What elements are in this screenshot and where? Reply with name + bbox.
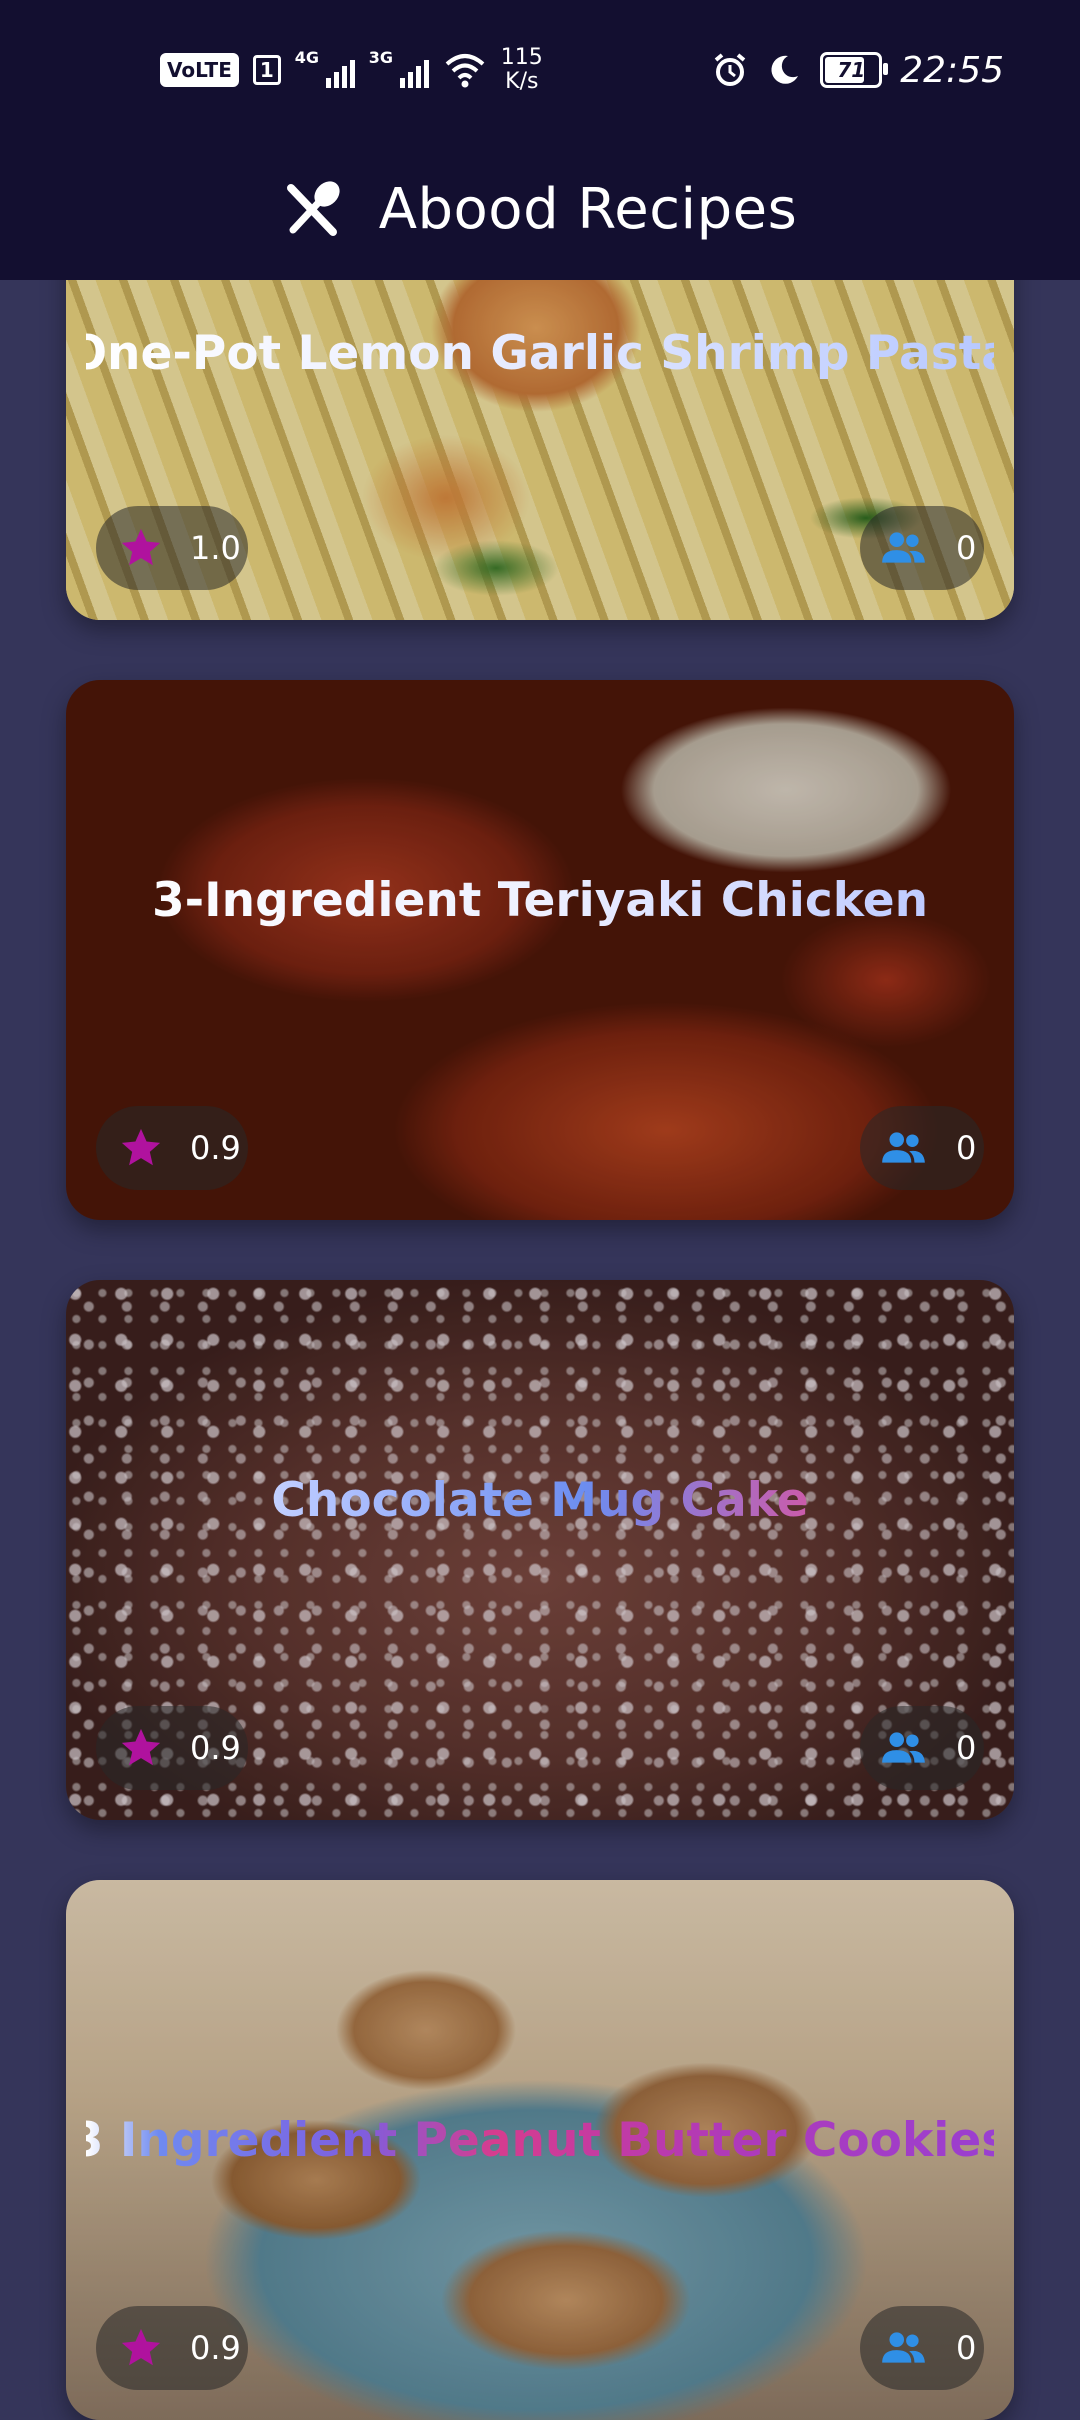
servings-badge: 0	[860, 2306, 984, 2390]
star-icon	[121, 1128, 161, 1166]
moon-icon	[771, 55, 799, 84]
people-icon	[882, 532, 925, 563]
recipe-card[interactable]: Chocolate Mug Cake 0.9 0	[66, 1280, 1014, 1820]
recipe-card[interactable]: 3-Ingredient Teriyaki Chicken 0.9 0	[66, 680, 1014, 1220]
alarm-icon	[714, 53, 746, 86]
rating-badge: 0.9	[96, 1106, 248, 1190]
status-right: 71 22:55	[712, 40, 1004, 100]
star-icon	[121, 528, 161, 566]
network-speed-value: 115	[500, 45, 543, 70]
status-left: VoLTE 1 4G 3G 115 K/s	[160, 40, 543, 100]
servings-value: 0	[956, 2329, 977, 2367]
app-bar: Abood Recipes	[0, 138, 1080, 280]
network-speed-unit: K/s	[505, 69, 539, 94]
people-icon	[882, 1732, 925, 1763]
servings-badge: 0	[860, 506, 984, 590]
rating-badge: 0.9	[96, 2306, 248, 2390]
rating-badge: 0.9	[96, 1706, 248, 1790]
rating-value: 0.9	[190, 2329, 241, 2367]
rating-badge: 1.0	[96, 506, 248, 590]
servings-value: 0	[956, 1729, 977, 1767]
sim-indicator: 1	[252, 55, 281, 85]
star-icon	[121, 1728, 161, 1766]
signal-bars-icon	[325, 60, 355, 88]
recipe-title: 3-Ingredient Teriyaki Chicken	[86, 680, 994, 1120]
servings-value: 0	[956, 1129, 977, 1167]
battery-icon: 71	[820, 52, 889, 88]
utensils-icon	[286, 181, 340, 236]
signal-4g: 4G	[294, 48, 355, 90]
servings-badge: 0	[860, 1106, 984, 1190]
rating-value: 0.9	[190, 1729, 241, 1767]
recipe-title: Chocolate Mug Cake	[86, 1280, 994, 1720]
network-speed: 115 K/s	[501, 46, 543, 94]
servings-badge: 0	[860, 1706, 984, 1790]
recipe-card[interactable]: 3 Ingredient Peanut Butter Cookies 0.9 0	[66, 1880, 1014, 2420]
people-icon	[882, 1132, 925, 1163]
battery-level: 71	[837, 58, 866, 82]
signal-4g-label: 4G	[294, 48, 320, 67]
app-title: Abood Recipes	[378, 176, 798, 242]
signal-3g-label: 3G	[368, 48, 394, 67]
servings-value: 0	[956, 529, 977, 567]
status-bar: VoLTE 1 4G 3G 115 K/s 71 22:55	[0, 0, 1080, 138]
rating-value: 0.9	[190, 1129, 241, 1167]
rating-value: 1.0	[190, 529, 241, 567]
volte-badge: VoLTE	[160, 53, 239, 87]
clock: 22:55	[900, 49, 1004, 91]
signal-bars-icon	[399, 60, 429, 88]
star-icon	[121, 2328, 161, 2366]
people-icon	[882, 2332, 925, 2363]
wifi-icon	[445, 54, 485, 88]
signal-3g: 3G	[368, 48, 429, 90]
